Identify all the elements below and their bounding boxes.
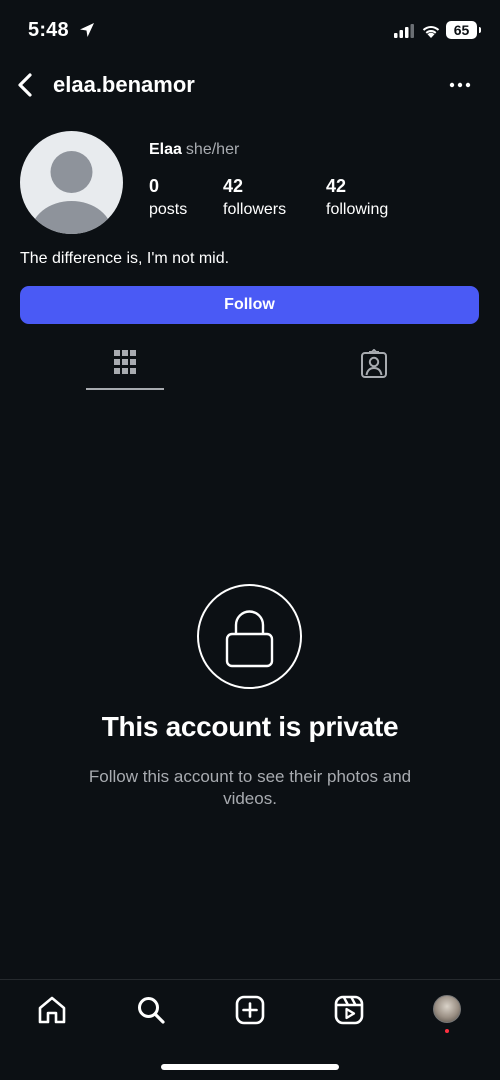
more-horizontal-icon	[449, 82, 471, 88]
following-stat[interactable]: 42 following	[326, 175, 388, 221]
private-lock-badge	[197, 584, 302, 689]
wifi-icon	[422, 25, 440, 38]
followers-count: 42	[223, 176, 244, 196]
back-button[interactable]	[14, 71, 38, 99]
reels-icon	[334, 995, 364, 1025]
active-tab-indicator	[86, 388, 164, 390]
posts-stat: 0 posts	[149, 175, 187, 221]
home-indicator[interactable]	[161, 1064, 339, 1070]
followers-stat[interactable]: 42 followers	[223, 175, 286, 221]
cellular-signal-icon	[394, 24, 414, 38]
following-label: following	[326, 201, 389, 218]
more-options-button[interactable]	[446, 76, 474, 94]
profile-username: elaa.benamor	[53, 72, 195, 97]
home-icon	[38, 996, 66, 1024]
bottom-nav-divider	[0, 979, 500, 980]
create-icon	[235, 995, 265, 1025]
nav-create[interactable]	[234, 994, 266, 1026]
following-count: 42	[326, 176, 347, 196]
nav-profile-avatar[interactable]	[433, 995, 461, 1023]
notification-dot	[445, 1029, 449, 1033]
location-arrow-icon	[80, 23, 94, 37]
private-account-subtitle: Follow this account to see their photos …	[88, 767, 412, 808]
status-bar: 5:48 65	[0, 0, 500, 60]
status-time: 5:48	[28, 19, 69, 41]
tab-posts-grid[interactable]	[113, 349, 137, 380]
nav-reels[interactable]	[333, 994, 365, 1026]
chevron-left-icon	[18, 73, 32, 97]
tagged-icon	[361, 349, 387, 378]
profile-bio: The difference is, I'm not mid.	[20, 250, 230, 267]
search-icon	[138, 997, 165, 1024]
default-avatar-icon	[30, 151, 113, 234]
pronouns: she/her	[185, 141, 240, 158]
posts-label: posts	[149, 201, 188, 218]
display-name: Elaa	[149, 141, 182, 158]
battery-indicator: 65	[446, 21, 481, 39]
nav-home[interactable]	[36, 994, 68, 1026]
profile-avatar[interactable]	[20, 131, 123, 234]
lock-icon	[225, 610, 274, 668]
grid-icon	[114, 350, 136, 374]
private-account-title: This account is private	[101, 711, 399, 742]
posts-count: 0	[149, 176, 160, 196]
nav-search[interactable]	[135, 994, 167, 1026]
follow-button[interactable]: Follow	[20, 286, 479, 324]
followers-label: followers	[223, 201, 287, 218]
profile-name-line: Elaa she/her	[149, 141, 239, 159]
tab-tagged[interactable]	[360, 349, 388, 384]
